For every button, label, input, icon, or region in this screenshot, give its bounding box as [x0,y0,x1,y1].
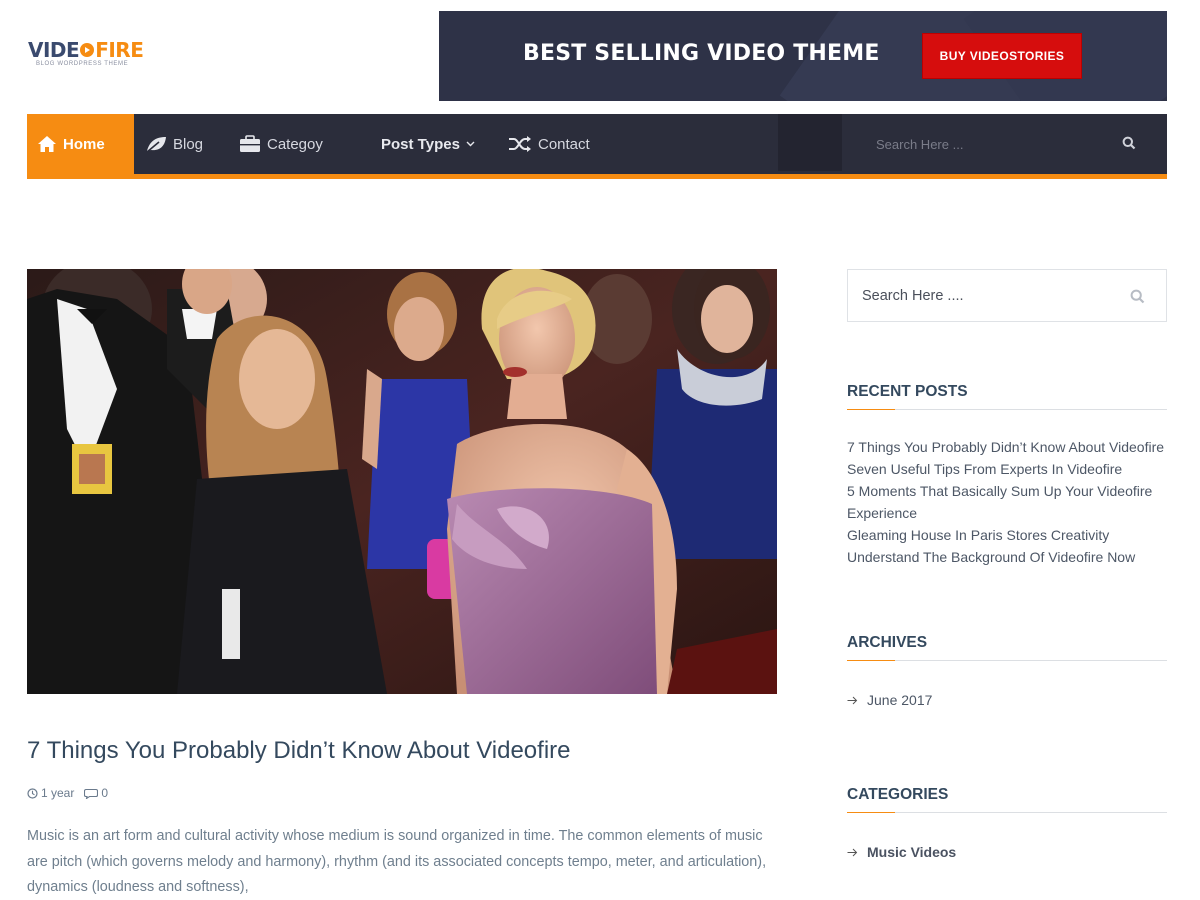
sidebar-search-input[interactable] [862,287,1112,304]
recent-posts-heading: RECENT POSTS [847,383,1167,410]
nav-search-box [876,114,1167,174]
post-comments-count: 0 [101,786,109,800]
nav-accent-bar [27,174,1167,179]
archive-link[interactable]: June 2017 [847,692,932,708]
nav-item-category[interactable]: Categoy [239,114,323,174]
nav-label-home: Home [63,135,105,153]
post-title[interactable]: 7 Things You Probably Didn’t Know About … [27,737,571,765]
site-logo[interactable]: VIDE FIRE BLOG WORDPRESS THEME [28,38,158,74]
archive-link-label: June 2017 [867,692,933,708]
featured-post-image[interactable] [27,269,777,694]
buy-videostories-button[interactable]: BUY VIDEOSTORIES [922,33,1082,79]
search-icon[interactable] [1122,136,1136,155]
logo-wordmark: VIDE FIRE [28,38,158,62]
post-meta: 1 year 0 [27,786,118,800]
sidebar-search-box [847,269,1167,322]
category-link[interactable]: Music Videos [847,844,956,860]
main-navigation: Home Blog Categoy Post Types Contact [27,114,1167,174]
header-banner-ad[interactable]: BEST SELLING VIDEO THEME BUY VIDEOSTORIE… [439,11,1167,101]
comment-icon [84,788,99,799]
nav-item-home[interactable]: Home [27,114,134,174]
post-excerpt: Music is an art form and cultural activi… [27,828,767,895]
category-link-label: Music Videos [867,844,957,860]
arrow-right-icon [847,848,858,856]
logo-word-fire: FIRE [95,38,144,62]
nav-item-contact[interactable]: Contact [508,114,590,174]
arrow-right-icon [847,696,858,704]
featured-photo [27,269,777,694]
recent-post-link[interactable]: Seven Useful Tips From Experts In Videof… [847,458,1167,480]
leaf-icon [145,135,167,153]
post-time-text: 1 year [41,786,75,800]
logo-word-video: VIDE [28,38,80,62]
recent-posts-list: 7 Things You Probably Didn’t Know About … [847,436,1167,568]
chevron-down-icon [466,141,475,147]
recent-post-link[interactable]: Understand The Background Of Videofire N… [847,546,1167,568]
logo-play-icon [80,43,95,57]
recent-post-link[interactable]: 7 Things You Probably Didn’t Know About … [847,436,1167,458]
nav-item-post-types[interactable]: Post Types [381,114,475,174]
search-icon[interactable] [1130,289,1145,309]
home-icon [37,135,57,153]
briefcase-icon [239,135,261,153]
post-comments[interactable]: 0 [84,786,108,800]
nav-label-post-types: Post Types [381,135,460,153]
recent-post-link[interactable]: 5 Moments That Basically Sum Up Your Vid… [847,480,1167,524]
nav-label-contact: Contact [538,135,590,153]
banner-title: BEST SELLING VIDEO THEME [523,41,880,66]
nav-divider-block [778,114,842,171]
recent-post-link[interactable]: Gleaming House In Paris Stores Creativit… [847,524,1167,546]
archives-heading: ARCHIVES [847,634,1167,661]
nav-item-blog[interactable]: Blog [145,114,203,174]
nav-search-input[interactable] [876,136,1116,152]
shuffle-icon [508,135,532,153]
clock-icon [27,787,38,799]
post-time: 1 year [27,786,74,800]
nav-label-blog: Blog [173,135,204,153]
categories-heading: CATEGORIES [847,786,1167,813]
nav-label-category: Categoy [267,135,323,153]
